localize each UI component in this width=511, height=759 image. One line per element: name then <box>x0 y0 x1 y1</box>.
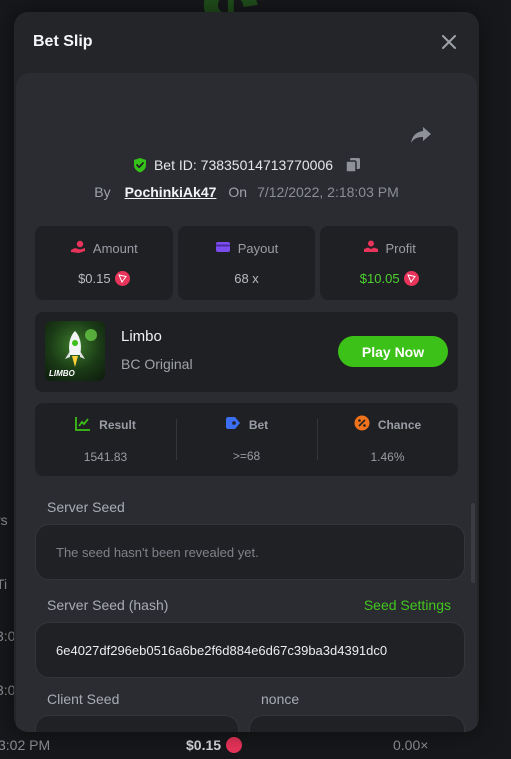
share-icon[interactable] <box>410 125 434 149</box>
wallet-icon <box>215 240 231 257</box>
nonce-label: nonce <box>261 691 300 707</box>
hand-money-icon <box>363 240 379 257</box>
tron-icon <box>403 271 419 286</box>
nonce-field[interactable] <box>249 715 465 732</box>
server-seed-field[interactable]: The seed hasn't been revealed yet. <box>35 524 465 580</box>
trend-check-icon <box>75 416 91 434</box>
percent-icon <box>354 415 370 434</box>
amount-card: Amount $0.15 <box>35 226 173 300</box>
chance-label: Chance <box>377 417 422 432</box>
limbo-thumbnail[interactable]: LIMBO <box>45 321 105 381</box>
bet-column: Bet >=68 <box>176 403 317 476</box>
chance-value: 1.46% <box>370 450 405 464</box>
on-label: On <box>228 184 248 200</box>
modal-title: Bet Slip <box>33 33 93 50</box>
bet-value: >=68 <box>232 449 261 463</box>
client-seed-field[interactable] <box>35 715 239 732</box>
result-value: 1541.83 <box>83 449 128 464</box>
modal-header: Bet Slip <box>14 12 479 72</box>
background-row-time: 3:02 PM <box>0 736 51 753</box>
username-link[interactable]: PochinkiAk47 <box>125 184 217 200</box>
background-bet-row: 3:02 PM $0.15 0.00× <box>0 730 511 759</box>
amount-value: $0.15 <box>78 271 111 286</box>
profit-card: Profit $10.05 <box>320 226 459 300</box>
client-seed-label: Client Seed <box>47 691 120 707</box>
server-seed-label: Server Seed <box>47 499 125 515</box>
payout-card: Payout 68 x <box>177 226 316 300</box>
bet-author-row: By PochinkiAk47 On 7/12/2022, 2:18:03 PM <box>16 184 477 200</box>
payout-value: 68 x <box>234 271 259 286</box>
bet-id-row: Bet ID: 73835014713770006 <box>16 157 477 173</box>
amount-label: Amount <box>92 241 138 256</box>
modal-body: Bet ID: 73835014713770006 By PochinkiAk4… <box>16 73 477 732</box>
background-row-amount: $0.15 <box>186 736 222 753</box>
copy-icon[interactable] <box>345 157 361 173</box>
profit-value: $10.05 <box>359 271 400 286</box>
seed-settings-link[interactable]: Seed Settings <box>364 597 451 613</box>
thumbnail-label: LIMBO <box>49 369 75 378</box>
background-text: Ti <box>0 576 8 592</box>
game-provider: BC Original <box>121 356 193 372</box>
game-name: Limbo <box>121 328 162 345</box>
tron-icon <box>114 271 130 286</box>
game-card: LIMBO Limbo BC Original Play Now <box>35 312 458 392</box>
result-summary: Result 1541.83 Bet >=68 Chance 1.46% <box>35 403 458 476</box>
hand-coins-icon <box>70 240 86 257</box>
by-label: By <box>94 184 111 200</box>
result-label: Result <box>99 417 136 432</box>
profit-label: Profit <box>385 241 416 256</box>
payout-label: Payout <box>237 241 279 256</box>
server-seed-hash-label: Server Seed (hash) <box>47 597 169 613</box>
bet-date: 7/12/2022, 2:18:03 PM <box>257 184 399 200</box>
shield-check-icon <box>132 157 148 173</box>
play-now-button[interactable]: Play Now <box>338 336 448 367</box>
tron-icon <box>226 737 242 753</box>
scrollbar[interactable] <box>471 503 475 583</box>
bet-label: Bet <box>248 417 269 432</box>
server-seed-hash-field[interactable]: 6e4027df296eb0516a6be2f6d884e6d67c39ba3d… <box>35 622 465 678</box>
chance-column: Chance 1.46% <box>317 403 458 476</box>
bet-summary: Amount $0.15 Payout 68 x Profit $10.05 <box>35 226 459 300</box>
result-column: Result 1541.83 <box>35 403 176 476</box>
bet-id: Bet ID: 73835014713770006 <box>153 157 334 173</box>
close-icon[interactable] <box>439 32 459 52</box>
background-row-multiplier: 0.00× <box>393 736 429 753</box>
bet-slip-modal: Bet Slip Bet ID: 73835014713770006 By Po… <box>14 12 479 732</box>
tag-icon <box>225 416 241 433</box>
background-text: rs <box>0 512 8 528</box>
